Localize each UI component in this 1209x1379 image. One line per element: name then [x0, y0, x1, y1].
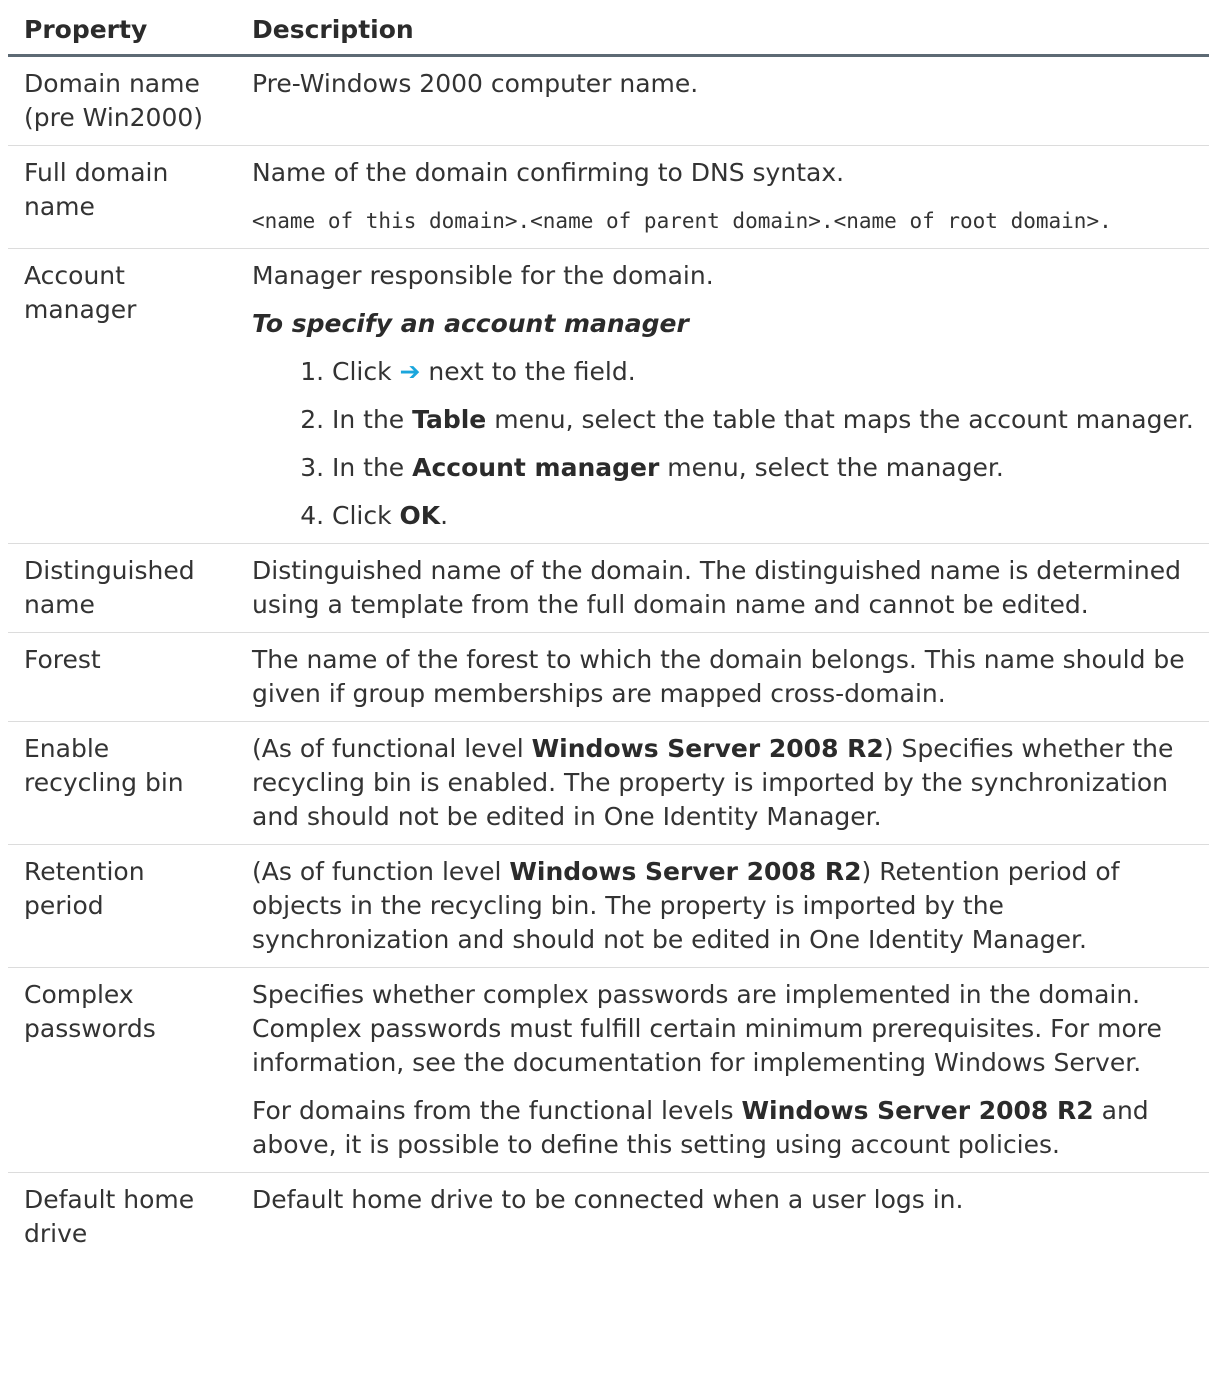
text-run: For domains from the functional levels — [252, 1096, 742, 1125]
step-text: menu, select the manager. — [659, 453, 1004, 482]
description-text: (As of functional level Windows Server 2… — [252, 732, 1203, 834]
property-description: Manager responsible for the domain. To s… — [236, 248, 1209, 544]
property-name: Account manager — [8, 248, 236, 544]
procedure-step: Click OK. — [332, 499, 1203, 533]
description-text: The name of the forest to which the doma… — [252, 645, 1185, 708]
text-run: (As of function level — [252, 857, 510, 886]
property-description: Specifies whether complex passwords are … — [236, 967, 1209, 1173]
table-row: Forest The name of the forest to which t… — [8, 632, 1209, 722]
step-text: Click — [332, 357, 400, 386]
property-name: Default home drive — [24, 1185, 195, 1248]
property-description: (As of functional level Windows Server 2… — [236, 721, 1209, 845]
table-row: Domain name (pre Win2000) Pre-Windows 20… — [8, 55, 1209, 146]
procedure-title: To specify an account manager — [252, 309, 689, 338]
step-text: Click — [332, 501, 400, 530]
procedure-step: In the Account manager menu, select the … — [332, 451, 1203, 485]
table-row: Complex passwords Specifies whether comp… — [8, 967, 1209, 1173]
property-name: Full domain name — [8, 145, 236, 249]
property-name: Enable recycling bin — [8, 721, 236, 845]
description-text: Default home drive to be connected when … — [252, 1185, 964, 1214]
description-text: Manager responsible for the domain. — [252, 261, 714, 290]
description-text: For domains from the functional levels W… — [252, 1094, 1203, 1162]
ui-term: Account manager — [412, 453, 660, 482]
description-text: (As of function level Windows Server 200… — [252, 855, 1203, 957]
table-row: Retention period (As of function level W… — [8, 844, 1209, 968]
table-row: Enable recycling bin (As of functional l… — [8, 721, 1209, 845]
ui-term: Table — [412, 405, 487, 434]
ui-term: Windows Server 2008 R2 — [509, 857, 862, 886]
code-sample: <name of this domain>.<name of parent do… — [252, 209, 1112, 233]
property-name: Forest — [8, 632, 236, 722]
table-header-row: Property Description — [8, 10, 1209, 57]
description-text: Pre-Windows 2000 computer name. — [252, 69, 699, 98]
property-description: (As of function level Windows Server 200… — [236, 844, 1209, 968]
description-text: Specifies whether complex passwords are … — [252, 980, 1162, 1077]
step-text: menu, select the table that maps the acc… — [486, 405, 1194, 434]
property-name: Retention period — [8, 844, 236, 968]
ui-term: Windows Server 2008 R2 — [531, 734, 884, 763]
text-run: (As of functional level — [252, 734, 532, 763]
ui-term: OK — [399, 501, 441, 530]
step-text: next to the field. — [420, 357, 636, 386]
procedure-step: Click ➔ next to the field. — [332, 355, 1203, 389]
step-text: . — [440, 501, 449, 530]
property-name: Domain name (pre Win2000) — [8, 55, 236, 146]
step-text: In the — [332, 405, 413, 434]
column-header-description: Description — [236, 10, 1209, 57]
property-description: Distinguished name of the domain. The di… — [236, 543, 1209, 633]
arrow-right-icon: ➔ — [399, 357, 421, 386]
table-row: Full domain name Name of the domain conf… — [8, 145, 1209, 249]
ui-term: Windows Server 2008 R2 — [741, 1096, 1094, 1125]
property-description: Default home drive to be connected when … — [236, 1173, 1209, 1262]
table-row: Distinguished name Distinguished name of… — [8, 543, 1209, 633]
description-text: Name of the domain confirming to DNS syn… — [252, 158, 845, 187]
property-description: Name of the domain confirming to DNS syn… — [236, 145, 1209, 249]
table-row: Default home drive Default home drive to… — [8, 1173, 1209, 1262]
procedure-step: In the Table menu, select the table that… — [332, 403, 1203, 437]
property-name: Complex passwords — [8, 967, 236, 1173]
property-description: Pre-Windows 2000 computer name. — [236, 55, 1209, 146]
step-text: In the — [332, 453, 413, 482]
table-row: Account manager Manager responsible for … — [8, 248, 1209, 544]
property-table: Property Description Domain name (pre Wi… — [8, 10, 1209, 1261]
property-description: The name of the forest to which the doma… — [236, 632, 1209, 722]
procedure-steps: Click ➔ next to the field. In the Table … — [252, 355, 1203, 533]
property-name: Distinguished name — [8, 543, 236, 633]
column-header-property: Property — [8, 10, 236, 57]
description-text: Distinguished name of the domain. The di… — [252, 556, 1181, 619]
